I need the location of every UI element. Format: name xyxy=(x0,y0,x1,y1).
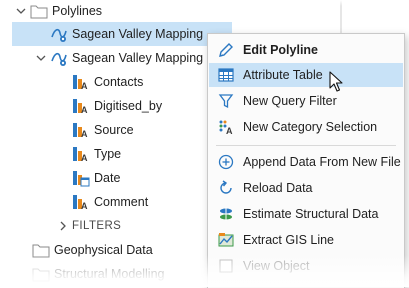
tree-filters-group[interactable]: FILTERS xyxy=(56,214,121,238)
tree-folder-structural[interactable]: Structural Modelling xyxy=(32,262,164,286)
menu-item-append-data[interactable]: Append Data From New File xyxy=(209,150,403,174)
menu-item-label: Edit Polyline xyxy=(243,43,319,57)
polyline-icon xyxy=(50,25,68,43)
menu-item-label: Extract GIS Line xyxy=(243,233,335,247)
checkbox-icon xyxy=(217,257,235,275)
svg-text:A: A xyxy=(81,81,88,91)
menu-item-new-query-filter[interactable]: New Query Filter xyxy=(209,89,403,113)
menu-item-view-object[interactable]: View Object xyxy=(209,254,403,278)
tree-item-label: Sagean Valley Mapping (v xyxy=(72,51,217,65)
date-column-icon xyxy=(72,169,90,187)
tree-column-type[interactable]: A Type xyxy=(72,142,121,166)
menu-item-reload-data[interactable]: Reload Data xyxy=(209,176,403,200)
tree-folder-polylines[interactable]: Polylines xyxy=(14,0,102,23)
menu-item-label: Attribute Table xyxy=(243,68,323,82)
svg-text:A: A xyxy=(81,201,88,211)
column-label: Source xyxy=(94,123,134,137)
tree-column-comment[interactable]: A Comment xyxy=(72,190,148,214)
chevron-down-icon[interactable] xyxy=(14,4,28,18)
category-selection-icon: A xyxy=(217,118,235,136)
column-label: Type xyxy=(94,147,122,161)
svg-text:A: A xyxy=(81,105,88,115)
menu-item-label: New Query Filter xyxy=(243,94,337,108)
svg-text:A: A xyxy=(81,129,88,139)
column-label: Digitised_by xyxy=(94,99,163,113)
tree-folder-geophysical[interactable]: Geophysical Data xyxy=(32,238,153,262)
pencil-icon xyxy=(217,41,235,59)
menu-item-label: Reload Data xyxy=(243,181,313,195)
tree-column-source[interactable]: A Source xyxy=(72,118,134,142)
folder-icon xyxy=(30,2,48,20)
svg-text:A: A xyxy=(81,153,88,163)
chevron-right-icon[interactable] xyxy=(56,219,70,233)
menu-item-label: Estimate Structural Data xyxy=(243,207,379,221)
text-column-icon: A xyxy=(72,193,90,211)
category-column-icon: A xyxy=(72,145,90,163)
menu-separator xyxy=(216,145,396,146)
folder-icon xyxy=(32,241,50,259)
filter-icon xyxy=(217,92,235,110)
column-label: Date xyxy=(94,171,121,185)
tree-folder-label: Structural Modelling xyxy=(54,267,165,281)
column-label: Contacts xyxy=(94,75,144,89)
menu-item-label: Append Data From New File xyxy=(243,155,401,169)
tree-folder-label: Polylines xyxy=(52,4,103,18)
category-column-icon: A xyxy=(72,121,90,139)
menu-item-estimate-structural[interactable]: Estimate Structural Data xyxy=(209,202,403,226)
add-circle-icon xyxy=(217,153,235,171)
menu-item-attribute-table[interactable]: Attribute Table xyxy=(209,63,403,87)
column-label: Comment xyxy=(94,195,149,209)
tree-item-label: Sagean Valley Mapping xyxy=(72,27,204,41)
filters-label: FILTERS xyxy=(72,220,122,232)
gis-line-icon xyxy=(217,231,235,249)
svg-text:A: A xyxy=(226,126,233,135)
tree-item-polyline-table[interactable]: Sagean Valley Mapping (v xyxy=(34,46,217,70)
category-column-icon: A xyxy=(72,73,90,91)
menu-item-edit-polyline[interactable]: Edit Polyline xyxy=(209,38,403,62)
tree-folder-label: Geophysical Data xyxy=(54,243,153,257)
menu-item-new-category-selection[interactable]: A New Category Selection xyxy=(209,115,403,139)
chevron-down-icon[interactable] xyxy=(34,51,48,65)
tree-column-date[interactable]: Date xyxy=(72,166,120,190)
table-icon xyxy=(217,66,235,84)
context-menu: Edit Polyline Attribute Table New Query … xyxy=(207,33,405,288)
structural-data-icon xyxy=(217,205,235,223)
tree-item-polyline[interactable]: Sagean Valley Mapping xyxy=(12,22,232,46)
tree-column-digitised-by[interactable]: A Digitised_by xyxy=(72,94,162,118)
tree-column-contacts[interactable]: A Contacts xyxy=(72,70,143,94)
category-column-icon: A xyxy=(72,97,90,115)
polyline-icon xyxy=(50,49,68,67)
menu-item-extract-gis[interactable]: Extract GIS Line xyxy=(209,228,403,252)
reload-icon xyxy=(217,179,235,197)
mouse-cursor-icon xyxy=(329,71,343,93)
menu-item-label: New Category Selection xyxy=(243,120,378,134)
folder-icon xyxy=(32,265,50,283)
menu-item-label: View Object xyxy=(243,259,310,273)
